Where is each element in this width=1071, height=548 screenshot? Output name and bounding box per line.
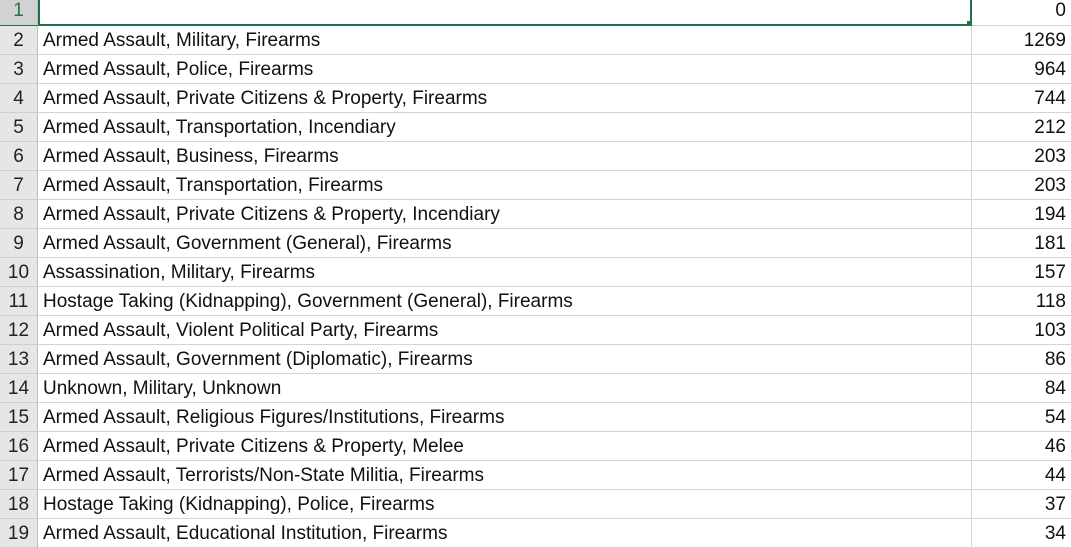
cell-label-text: Armed Assault, Private Citizens & Proper… xyxy=(43,436,464,457)
cell-value[interactable]: 0 xyxy=(972,0,1071,26)
row-header[interactable]: 6 xyxy=(0,142,38,171)
cell-value[interactable]: 181 xyxy=(972,229,1071,258)
cell-label[interactable] xyxy=(38,0,972,26)
cell-label[interactable]: Assassination, Military, Firearms xyxy=(38,258,972,287)
cell-label-text: Armed Assault, Military, Firearms xyxy=(43,30,321,51)
cell-label-text: Armed Assault, Government (General), Fir… xyxy=(43,233,452,254)
row-header[interactable]: 9 xyxy=(0,229,38,258)
spreadsheet-grid: 1 0 2 Armed Assault, Military, Firearms 1269… xyxy=(0,0,1071,548)
cell-value[interactable]: 86 xyxy=(972,345,1071,374)
cell-label-text: Armed Assault, Transportation, Firearms xyxy=(43,175,384,196)
cell-label-text: Armed Assault, Business, Firearms xyxy=(43,146,339,167)
row-header[interactable]: 16 xyxy=(0,432,38,461)
table-row: 17 Armed Assault, Terrorists/Non-State Mi… xyxy=(0,461,1071,490)
cell-value[interactable]: 157 xyxy=(972,258,1071,287)
row-header[interactable]: 10 xyxy=(0,258,38,287)
table-row: 19 Armed Assault, Educational Institution… xyxy=(0,519,1071,548)
cell-value[interactable]: 203 xyxy=(972,171,1071,200)
cell-label-text: Unknown, Military, Unknown xyxy=(43,378,282,399)
cell-value[interactable]: 54 xyxy=(972,403,1071,432)
cell-value[interactable]: 1269 xyxy=(972,26,1071,55)
cell-value[interactable]: 203 xyxy=(972,142,1071,171)
cell-value[interactable]: 194 xyxy=(972,200,1071,229)
cell-label-text: Assassination, Military, Firearms xyxy=(43,262,316,283)
cell-label[interactable]: Armed Assault, Transportation, Firearms xyxy=(38,171,972,200)
row-header[interactable]: 1 xyxy=(0,0,38,26)
table-row: 15 Armed Assault, Religious Figures/Insti… xyxy=(0,403,1071,432)
row-header[interactable]: 7 xyxy=(0,171,38,200)
row-header[interactable]: 15 xyxy=(0,403,38,432)
row-header[interactable]: 3 xyxy=(0,55,38,84)
cell-label[interactable]: Armed Assault, Business, Firearms xyxy=(38,142,972,171)
cell-value[interactable]: 37 xyxy=(972,490,1071,519)
cell-label[interactable]: Armed Assault, Government (Diplomatic), … xyxy=(38,345,972,374)
cell-label-text: Armed Assault, Educational Institution, … xyxy=(43,523,448,544)
cell-label[interactable]: Armed Assault, Transportation, Incendiar… xyxy=(38,113,972,142)
table-row: 18 Hostage Taking (Kidnapping), Police, F… xyxy=(0,490,1071,519)
table-row: 11 Hostage Taking (Kidnapping), Governmen… xyxy=(0,287,1071,316)
cell-label-text: Armed Assault, Private Citizens & Proper… xyxy=(43,88,488,109)
table-row: 6 Armed Assault, Business, Firearms 203 xyxy=(0,142,1071,171)
table-row: 12 Armed Assault, Violent Political Party… xyxy=(0,316,1071,345)
cell-value[interactable]: 46 xyxy=(972,432,1071,461)
row-header[interactable]: 4 xyxy=(0,84,38,113)
cell-value[interactable]: 964 xyxy=(972,55,1071,84)
cell-value[interactable]: 744 xyxy=(972,84,1071,113)
cell-value[interactable]: 118 xyxy=(972,287,1071,316)
table-row: 3 Armed Assault, Police, Firearms 964 xyxy=(0,55,1071,84)
cell-value[interactable]: 103 xyxy=(972,316,1071,345)
cell-label[interactable]: Armed Assault, Religious Figures/Institu… xyxy=(38,403,972,432)
row-header[interactable]: 18 xyxy=(0,490,38,519)
table-row: 13 Armed Assault, Government (Diplomatic)… xyxy=(0,345,1071,374)
table-row: 10 xyxy=(0,0,1071,26)
table-row: 16 Armed Assault, Private Citizens & Prop… xyxy=(0,432,1071,461)
cell-label-text: Armed Assault, Transportation, Incendiar… xyxy=(43,117,396,138)
cell-value[interactable]: 212 xyxy=(972,113,1071,142)
cell-value[interactable]: 44 xyxy=(972,461,1071,490)
row-header[interactable]: 2 xyxy=(0,26,38,55)
cell-label-text: Armed Assault, Police, Firearms xyxy=(43,59,314,80)
table-row: 14 Unknown, Military, Unknown 84 xyxy=(0,374,1071,403)
row-header[interactable]: 17 xyxy=(0,461,38,490)
cell-label-text: Hostage Taking (Kidnapping), Government … xyxy=(43,291,573,312)
cell-label[interactable]: Unknown, Military, Unknown xyxy=(38,374,972,403)
row-header[interactable]: 8 xyxy=(0,200,38,229)
cell-label[interactable]: Armed Assault, Terrorists/Non-State Mili… xyxy=(38,461,972,490)
cell-label[interactable]: Armed Assault, Government (General), Fir… xyxy=(38,229,972,258)
cell-label[interactable]: Hostage Taking (Kidnapping), Police, Fir… xyxy=(38,490,972,519)
row-header[interactable]: 19 xyxy=(0,519,38,548)
table-row: 4 Armed Assault, Private Citizens & Prope… xyxy=(0,84,1071,113)
table-row: 10 Assassination, Military, Firearms 157 xyxy=(0,258,1071,287)
cell-label[interactable]: Armed Assault, Educational Institution, … xyxy=(38,519,972,548)
row-header[interactable]: 5 xyxy=(0,113,38,142)
table-row: 9 Armed Assault, Government (General), Fi… xyxy=(0,229,1071,258)
cell-label-text: Armed Assault, Religious Figures/Institu… xyxy=(43,407,505,428)
cell-label-text: Armed Assault, Terrorists/Non-State Mili… xyxy=(43,465,484,486)
cell-label[interactable]: Armed Assault, Private Citizens & Proper… xyxy=(38,432,972,461)
table-row: 8 Armed Assault, Private Citizens & Prope… xyxy=(0,200,1071,229)
cell-label[interactable]: Armed Assault, Police, Firearms xyxy=(38,55,972,84)
cell-label-text: Hostage Taking (Kidnapping), Police, Fir… xyxy=(43,494,435,515)
cell-label[interactable]: Armed Assault, Private Citizens & Proper… xyxy=(38,84,972,113)
cell-value[interactable]: 34 xyxy=(972,519,1071,548)
table-row: 7 Armed Assault, Transportation, Firearms… xyxy=(0,171,1071,200)
cell-value[interactable]: 84 xyxy=(972,374,1071,403)
row-header[interactable]: 12 xyxy=(0,316,38,345)
cell-label[interactable]: Armed Assault, Military, Firearms xyxy=(38,26,972,55)
cell-label-text: Armed Assault, Government (Diplomatic), … xyxy=(43,349,473,370)
row-header[interactable]: 14 xyxy=(0,374,38,403)
cell-label-text: Armed Assault, Violent Political Party, … xyxy=(43,320,439,341)
cell-label-text: Armed Assault, Private Citizens & Proper… xyxy=(43,204,500,225)
cell-label[interactable]: Armed Assault, Private Citizens & Proper… xyxy=(38,200,972,229)
cell-label[interactable]: Armed Assault, Violent Political Party, … xyxy=(38,316,972,345)
table-row: 2 Armed Assault, Military, Firearms 1269 xyxy=(0,26,1071,55)
cell-label[interactable]: Hostage Taking (Kidnapping), Government … xyxy=(38,287,972,316)
row-header[interactable]: 11 xyxy=(0,287,38,316)
row-header[interactable]: 13 xyxy=(0,345,38,374)
table-row: 5 Armed Assault, Transportation, Incendia… xyxy=(0,113,1071,142)
